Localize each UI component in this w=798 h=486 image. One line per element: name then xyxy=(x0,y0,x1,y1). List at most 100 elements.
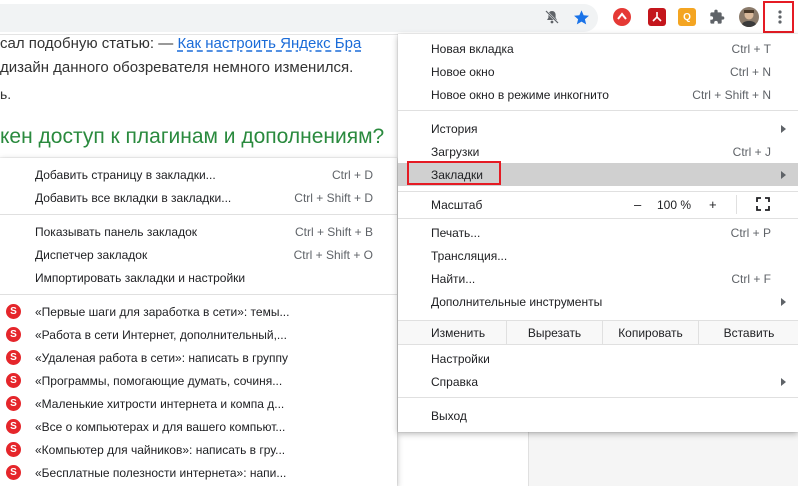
menu-item-shortcut: Ctrl + Shift + B xyxy=(294,224,373,239)
menu-item-shortcut: Ctrl + Shift + O xyxy=(293,247,373,262)
site-logo-icon: S xyxy=(6,419,21,434)
bookmark-item[interactable]: S «Компьютер для чайников»: написать в г… xyxy=(0,438,397,461)
bm-add-all-tabs[interactable]: Добавить все вкладки в закладки... Ctrl … xyxy=(0,186,397,209)
submenu-arrow-icon xyxy=(781,377,786,386)
submenu-arrow-icon xyxy=(781,297,786,306)
cut-button[interactable]: Вырезать xyxy=(506,321,602,344)
menu-item-label: Выход xyxy=(431,408,467,423)
bookmark-item[interactable]: S «Маленькие хитрости интернета и компа … xyxy=(0,392,397,415)
site-logo-icon: S xyxy=(6,327,21,342)
paste-button[interactable]: Вставить xyxy=(698,321,798,344)
menu-cast[interactable]: Трансляция... xyxy=(398,244,798,267)
menu-more-tools[interactable]: Дополнительные инструменты xyxy=(398,290,798,313)
extension-red-circle-icon[interactable] xyxy=(613,8,631,26)
site-logo-icon: S xyxy=(6,396,21,411)
bm-add-page[interactable]: Добавить страницу в закладки... Ctrl + D xyxy=(0,163,397,186)
bookmark-item[interactable]: S «Бесплатные полезности интернета»: нап… xyxy=(0,461,397,484)
menu-item-label: Трансляция... xyxy=(431,248,508,263)
menu-item-shortcut: Ctrl + D xyxy=(331,167,373,182)
bookmark-item[interactable]: S «Программы, помогающие думать, сочиня.… xyxy=(0,369,397,392)
bookmark-label: «Работа в сети Интернет, дополнительный,… xyxy=(35,327,287,342)
bookmark-label: «Маленькие хитрости интернета и компа д.… xyxy=(35,396,285,411)
menu-history[interactable]: История xyxy=(398,117,798,140)
separator xyxy=(398,191,798,192)
menu-new-window[interactable]: Новое окно Ctrl + N xyxy=(398,60,798,83)
menu-item-shortcut: Ctrl + N xyxy=(729,64,771,79)
menu-help[interactable]: Справка xyxy=(398,370,798,393)
menu-item-label: Показывать панель закладок xyxy=(35,224,198,239)
menu-item-shortcut: Ctrl + J xyxy=(732,144,771,159)
edit-label: Изменить xyxy=(431,326,486,340)
menu-item-label: Загрузки xyxy=(431,144,480,159)
bookmark-label: «Первые шаги для заработка в сети»: темы… xyxy=(35,304,290,319)
separator xyxy=(398,110,798,111)
notifications-off-icon[interactable] xyxy=(543,8,561,26)
extensions-puzzle-icon[interactable] xyxy=(708,8,726,26)
bookmark-item[interactable]: S «Удаленая работа в сети»: написать в г… xyxy=(0,346,397,369)
zoom-out-button[interactable]: – xyxy=(634,197,641,212)
menu-button-highlight xyxy=(763,1,794,33)
fullscreen-icon[interactable] xyxy=(756,197,770,211)
menu-incognito[interactable]: Новое окно в режиме инкогнито Ctrl + Shi… xyxy=(398,83,798,106)
menu-item-label: Добавить страницу в закладки... xyxy=(35,167,216,182)
bookmark-label: «Все о компьютерах и для вашего компьют.… xyxy=(35,419,286,434)
menu-edit-row: Изменить Вырезать Копировать Вставить xyxy=(398,320,798,345)
menu-item-label: Новое окно в режиме инкогнито xyxy=(431,87,609,102)
bookmark-item[interactable]: S «Все о компьютерах и для вашего компью… xyxy=(0,415,397,438)
menu-item-label: Добавить все вкладки в закладки... xyxy=(35,190,232,205)
menu-item-shortcut: Ctrl + T xyxy=(731,41,771,56)
bookmark-label: «Программы, помогающие думать, сочиня... xyxy=(35,373,283,388)
article-heading: кен доступ к плагинам и дополнениям? xyxy=(0,125,385,148)
bookmark-item[interactable]: S «Первые шаги для заработка в сети»: те… xyxy=(0,300,397,323)
extension-pdf-icon[interactable] xyxy=(648,8,666,26)
menu-zoom: Масштаб – 100 % + xyxy=(398,193,798,216)
menu-item-label: Справка xyxy=(431,374,479,389)
bookmark-label: «Бесплатные полезности интернета»: напи.… xyxy=(35,465,287,480)
article-line-2: дизайн данного обозревателя немного изме… xyxy=(0,59,354,76)
article-text: сал подобную статью: — xyxy=(0,35,178,52)
browser-toolbar: Q xyxy=(0,0,798,35)
menu-downloads[interactable]: Загрузки Ctrl + J xyxy=(398,140,798,163)
site-logo-icon: S xyxy=(6,304,21,319)
bookmark-item[interactable]: S «Работа в сети Интернет, дополнительны… xyxy=(0,323,397,346)
menu-item-label: Найти... xyxy=(431,271,476,286)
bookmark-label: «Удаленая работа в сети»: написать в гру… xyxy=(35,350,288,365)
menu-exit[interactable]: Выход xyxy=(398,404,798,427)
separator xyxy=(398,218,798,219)
menu-item-label: Новая вкладка xyxy=(431,41,514,56)
menu-item-label: Масштаб xyxy=(431,197,483,212)
menu-item-label: История xyxy=(431,121,478,136)
bm-show-bar[interactable]: Показывать панель закладок Ctrl + Shift … xyxy=(0,220,397,243)
submenu-arrow-icon xyxy=(781,170,786,179)
menu-item-label: Диспетчер закладок xyxy=(35,247,148,262)
extension-orange-icon[interactable]: Q xyxy=(678,8,696,26)
menu-item-label: Дополнительные инструменты xyxy=(431,294,603,309)
avatar[interactable] xyxy=(739,7,759,27)
divider xyxy=(736,195,737,214)
separator xyxy=(0,294,397,295)
menu-item-label: Печать... xyxy=(431,225,481,240)
bm-import[interactable]: Импортировать закладки и настройки xyxy=(0,266,397,289)
article-line-1: сал подобную статью: — Как настроить Янд… xyxy=(0,35,361,52)
separator xyxy=(398,397,798,398)
zoom-level: 100 % xyxy=(657,197,692,212)
separator xyxy=(0,214,397,215)
menu-settings[interactable]: Настройки xyxy=(398,347,798,370)
menu-item-label: Импортировать закладки и настройки xyxy=(35,270,246,285)
copy-button[interactable]: Копировать xyxy=(602,321,698,344)
site-logo-icon: S xyxy=(6,373,21,388)
menu-find[interactable]: Найти... Ctrl + F xyxy=(398,267,798,290)
site-logo-icon: S xyxy=(6,442,21,457)
menu-item-label: Настройки xyxy=(431,351,490,366)
zoom-in-button[interactable]: + xyxy=(709,197,717,212)
menu-item-label: Новое окно xyxy=(431,64,495,79)
menu-new-tab[interactable]: Новая вкладка Ctrl + T xyxy=(398,37,798,60)
site-logo-icon: S xyxy=(6,350,21,365)
bookmarks-highlight-outline xyxy=(407,161,501,185)
bm-manager[interactable]: Диспетчер закладок Ctrl + Shift + O xyxy=(0,243,397,266)
bookmark-star-icon[interactable] xyxy=(572,8,590,26)
address-bar[interactable] xyxy=(0,4,598,32)
menu-item-shortcut: Ctrl + Shift + D xyxy=(294,190,373,205)
article-link[interactable]: Как настроить Яндекс Бра xyxy=(177,35,361,52)
menu-print[interactable]: Печать... Ctrl + P xyxy=(398,221,798,244)
